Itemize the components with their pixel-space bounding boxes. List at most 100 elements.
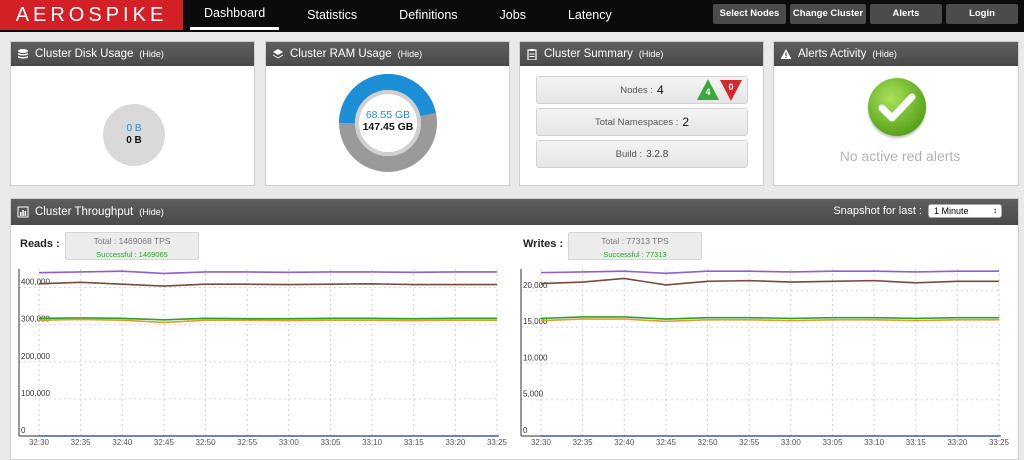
- reads-summary-box: Total : 1469068 TPS Successful : 1469065: [65, 232, 199, 260]
- reads-x-tick-label: 33:10: [362, 438, 383, 447]
- ram-total-value: 147.45 GB: [362, 121, 414, 133]
- select-nodes-button[interactable]: Select Nodes: [713, 4, 786, 24]
- aerospike-logo[interactable]: AEROSPIKE: [0, 0, 183, 30]
- nav-dashboard[interactable]: Dashboard: [190, 0, 280, 30]
- alerts-activity-panel: Alerts Activity (Hide) No active red ale…: [773, 41, 1019, 186]
- reads-y-tick-label: 400,000: [21, 278, 50, 287]
- reads-y-tick-label: 0: [21, 426, 26, 435]
- reads-x-tick-label: 32:30: [29, 438, 50, 447]
- disk-usage-circle: 0 B 0 B: [103, 104, 165, 166]
- reads-y-tick-label: 100,000: [21, 389, 50, 398]
- writes-x-tick-label: 33:25: [989, 438, 1010, 447]
- throughput-hide-link[interactable]: (Hide): [139, 207, 164, 217]
- throughput-title: Cluster Throughput: [35, 206, 134, 218]
- reads-x-tick-label: 32:35: [71, 438, 92, 447]
- database-icon: [18, 49, 28, 59]
- writes-y-tick-label: 10,000: [523, 353, 548, 362]
- nav-statistics[interactable]: Statistics: [293, 0, 371, 30]
- writes-x-tick-label: 33:00: [781, 438, 802, 447]
- writes-x-tick-label: 32:45: [656, 438, 677, 447]
- summary-hide-link[interactable]: (Hide): [639, 49, 664, 59]
- writes-label: Writes :: [523, 238, 564, 250]
- ram-used-value: 68.55 GB: [365, 109, 411, 121]
- nodes-row: Nodes : 4 4 0: [536, 76, 748, 104]
- writes-series-1: [540, 277, 999, 286]
- reads-x-tick-label: 33:05: [320, 438, 341, 447]
- reads-x-tick-label: 33:00: [279, 438, 300, 447]
- login-button[interactable]: Login: [946, 4, 1018, 24]
- disk-usage-panel: Cluster Disk Usage (Hide) 0 B 0 B: [10, 41, 255, 186]
- disk-usage-title: Cluster Disk Usage: [35, 48, 134, 60]
- reads-series-3: [38, 318, 497, 324]
- reads-x-tick-label: 33:20: [445, 438, 466, 447]
- cluster-summary-header: Cluster Summary (Hide): [520, 42, 763, 66]
- nav-definitions[interactable]: Definitions: [385, 0, 471, 30]
- writes-x-tick-label: 33:05: [822, 438, 843, 447]
- ram-values: 68.55 GB 147.45 GB: [338, 109, 438, 133]
- ram-usage-header: Cluster RAM Usage (Hide): [266, 42, 509, 66]
- writes-y-tick-label: 20,000: [523, 281, 548, 290]
- reads-label: Reads :: [20, 238, 60, 250]
- writes-y-tick-label: 0: [523, 426, 528, 435]
- writes-y-tick-label: 5,000: [523, 390, 544, 399]
- layers-icon: [273, 49, 283, 59]
- reads-x-tick-label: 33:15: [404, 438, 425, 447]
- clipboard-icon: [527, 49, 537, 60]
- namespaces-value: 2: [682, 115, 690, 129]
- reads-x-tick-label: 33:25: [487, 438, 508, 447]
- writes-x-tick-label: 33:20: [947, 438, 968, 447]
- alerts-hide-link[interactable]: (Hide): [872, 49, 897, 59]
- disk-hide-link[interactable]: (Hide): [139, 49, 164, 59]
- ram-usage-panel: Cluster RAM Usage (Hide) 68.55 GB 147.45…: [265, 41, 510, 186]
- chevron-updown-icon: ↕: [993, 206, 997, 215]
- writes-x-tick-label: 32:35: [573, 438, 594, 447]
- throughput-panel: Cluster Throughput (Hide) Snapshot for l…: [10, 198, 1019, 460]
- namespaces-label: Total Namespaces :: [594, 116, 679, 128]
- change-cluster-button[interactable]: Change Cluster: [790, 4, 866, 24]
- writes-summary-box: Total : 77313 TPS Successful : 77313: [568, 232, 702, 260]
- disk-usage-header: Cluster Disk Usage (Hide): [11, 42, 254, 66]
- snapshot-control: Snapshot for last : 1 Minute ↕: [833, 204, 1002, 218]
- checkmark-icon: [868, 78, 926, 136]
- nav-latency[interactable]: Latency: [554, 0, 626, 30]
- namespaces-row: Total Namespaces : 2: [536, 108, 748, 136]
- reads-y-tick-label: 300,000: [21, 315, 50, 324]
- main-nav: Dashboard Statistics Definitions Jobs La…: [190, 0, 640, 30]
- top-buttons: Select Nodes Change Cluster Alerts Login: [713, 4, 1018, 24]
- nav-jobs[interactable]: Jobs: [486, 0, 540, 30]
- writes-x-tick-label: 33:10: [864, 438, 885, 447]
- alerts-activity-header: Alerts Activity (Hide): [774, 42, 1018, 66]
- no-alerts-message: No active red alerts: [839, 148, 961, 164]
- reads-series-1: [38, 281, 497, 287]
- snapshot-value: 1 Minute: [934, 206, 969, 216]
- build-row: Build : 3.2.8: [536, 140, 748, 168]
- logo-text: AEROSPIKE: [15, 3, 168, 26]
- cluster-summary-panel: Cluster Summary (Hide) Nodes : 4 4 0 Tot…: [519, 41, 764, 186]
- reads-y-tick-label: 200,000: [21, 352, 50, 361]
- reads-x-tick-label: 32:50: [196, 438, 217, 447]
- throughput-header: Cluster Throughput (Hide) Snapshot for l…: [11, 199, 1018, 225]
- warning-icon: [780, 49, 792, 59]
- alerts-activity-title: Alerts Activity: [798, 48, 867, 60]
- reads-x-tick-label: 32:40: [112, 438, 133, 447]
- ram-hide-link[interactable]: (Hide): [398, 49, 423, 59]
- reads-x-tick-label: 32:55: [237, 438, 258, 447]
- writes-x-tick-label: 32:55: [739, 438, 760, 447]
- snapshot-select[interactable]: 1 Minute ↕: [928, 204, 1002, 218]
- reads-total: Total : 1469068 TPS: [93, 236, 171, 246]
- writes-x-tick-label: 32:30: [531, 438, 552, 447]
- build-label: Build :: [615, 148, 643, 160]
- writes-total: Total : 77313 TPS: [601, 236, 669, 246]
- reads-x-tick-label: 32:45: [154, 438, 175, 447]
- build-value: 3.2.8: [646, 148, 669, 160]
- disk-total-value: 0 B: [126, 135, 142, 146]
- disk-used-value: 0 B: [126, 123, 142, 134]
- bar-chart-icon: [17, 206, 29, 218]
- cluster-summary-title: Cluster Summary: [544, 48, 633, 60]
- reads-series-0: [38, 270, 497, 275]
- writes-series-0: [540, 270, 999, 275]
- nodes-down-count: 0: [728, 82, 734, 92]
- writes-x-tick-label: 33:15: [906, 438, 927, 447]
- alerts-button[interactable]: Alerts: [870, 4, 942, 24]
- nodes-label: Nodes :: [620, 84, 654, 96]
